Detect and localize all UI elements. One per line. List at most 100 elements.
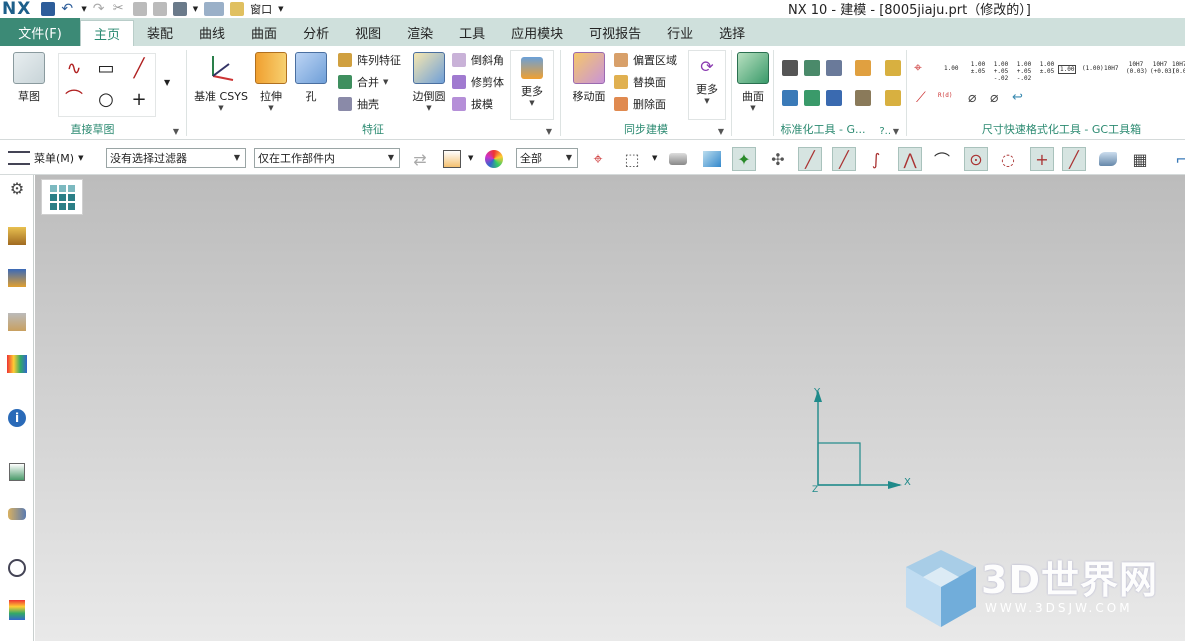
- quick-pick-grid-icon[interactable]: [41, 179, 83, 215]
- file-menu-tab[interactable]: 文件(F): [0, 18, 80, 46]
- select-feature-icon[interactable]: [666, 147, 690, 171]
- snap-grid-icon[interactable]: ▦: [1128, 147, 1152, 171]
- tab-application[interactable]: 应用模块: [498, 18, 576, 46]
- system-materials-icon[interactable]: [6, 599, 28, 621]
- offset-region-button[interactable]: 偏置区域: [614, 50, 677, 70]
- datum-csys-button[interactable]: 基准 CSYS ▼: [192, 50, 250, 112]
- diameter-dim-icon[interactable]: ⌀: [968, 90, 984, 106]
- dim-format-bilateral[interactable]: 1.00 +.05 -.02: [991, 61, 1011, 82]
- snap-control-point-icon[interactable]: ∫: [864, 147, 888, 171]
- general-selection-icon[interactable]: ⇄: [408, 147, 432, 171]
- tab-industry[interactable]: 行业: [654, 18, 706, 46]
- std-tool-icon[interactable]: [782, 90, 798, 106]
- type-filter-select[interactable]: 没有选择过滤器 ▼: [106, 148, 246, 168]
- chamfer-button[interactable]: 倒斜角: [452, 50, 504, 70]
- window-icon[interactable]: [230, 2, 245, 16]
- scope-select[interactable]: 仅在工作部件内 ▼: [254, 148, 400, 168]
- snap-all-icon[interactable]: ✣: [766, 147, 790, 171]
- part-navigator-icon[interactable]: [6, 311, 28, 333]
- pattern-feature-button[interactable]: 阵列特征: [338, 50, 401, 70]
- filter-icon[interactable]: [440, 147, 464, 171]
- draft-button[interactable]: 拔模: [452, 94, 493, 114]
- info-icon[interactable]: i: [6, 407, 28, 429]
- edge-blend-button[interactable]: 边倒圆 ▼: [402, 50, 456, 112]
- snap-enable-icon[interactable]: ✦: [732, 147, 756, 171]
- snap-endpoint-icon[interactable]: ╱: [798, 147, 822, 171]
- history-icon[interactable]: [6, 557, 28, 579]
- dim-format-fit-tol3[interactable]: 10H7 (0.03): [1172, 61, 1185, 75]
- return-icon[interactable]: ↩: [1012, 90, 1028, 106]
- feature-more-button[interactable]: 更多 ▼: [510, 50, 554, 120]
- tab-visual-report[interactable]: 可视报告: [576, 18, 654, 46]
- group-expand-icon[interactable]: ▼: [546, 127, 552, 136]
- shell-button[interactable]: 抽壳: [338, 94, 379, 114]
- move-face-button[interactable]: 移动面: [562, 50, 616, 104]
- snap-midpoint-icon[interactable]: ╱: [832, 147, 856, 171]
- std-tool-icon[interactable]: [782, 60, 798, 76]
- tab-render[interactable]: 渲染: [394, 18, 446, 46]
- web-browser-icon[interactable]: [6, 461, 28, 483]
- save-icon[interactable]: [41, 2, 56, 16]
- circle-icon[interactable]: ○: [94, 88, 118, 112]
- rectangle-select-icon[interactable]: ⬚: [620, 147, 644, 171]
- studio-spline-icon[interactable]: ∿: [62, 57, 86, 81]
- tab-home[interactable]: 主页: [80, 20, 135, 46]
- tab-selection[interactable]: 选择: [706, 18, 758, 46]
- line-icon[interactable]: ╱: [127, 57, 151, 81]
- snap-point-icon[interactable]: ⌖: [586, 147, 610, 171]
- tab-curve[interactable]: 曲线: [186, 18, 238, 46]
- delete-face-button[interactable]: 删除面: [614, 94, 666, 114]
- std-tool-icon[interactable]: [855, 60, 871, 76]
- select-body-icon[interactable]: [700, 147, 724, 171]
- dim-format-sym-tol[interactable]: 1.00 ±.05: [968, 61, 988, 75]
- chevron-down-icon[interactable]: ▼: [468, 154, 473, 162]
- dim-format-fit-tol2[interactable]: 10H7 (+0.03): [1150, 61, 1175, 75]
- touch-mode-icon[interactable]: [204, 2, 225, 16]
- diameter-alt-icon[interactable]: ⌀: [990, 90, 1006, 106]
- repeat-command-icon[interactable]: [172, 2, 187, 16]
- snap-intersection-icon[interactable]: ⋀: [898, 147, 922, 171]
- tab-surface[interactable]: 曲面: [238, 18, 290, 46]
- surface-button[interactable]: 曲面 ▼: [726, 50, 780, 112]
- snap-on-curve-icon[interactable]: ╱: [1062, 147, 1086, 171]
- rectangle-icon[interactable]: ▭: [94, 57, 118, 81]
- arc-icon[interactable]: ⌒: [62, 88, 86, 112]
- snap-center-icon[interactable]: ⊙: [964, 147, 988, 171]
- menu-button[interactable]: 菜单(M) ▼: [8, 146, 83, 170]
- color-filter-icon[interactable]: [482, 147, 506, 171]
- unite-button[interactable]: 合并 ▼: [338, 72, 388, 92]
- sync-more-button[interactable]: ⟳ 更多 ▼: [688, 50, 726, 120]
- window-dropdown-icon[interactable]: ▼: [278, 5, 283, 13]
- snap-existing-point-icon[interactable]: +: [1030, 147, 1054, 171]
- constraint-navigator-icon[interactable]: [6, 267, 28, 289]
- std-tool-icon[interactable]: [885, 60, 901, 76]
- undo-icon[interactable]: ↶: [61, 2, 75, 16]
- dim-format-reference[interactable]: (1.00): [1082, 65, 1104, 72]
- range-select[interactable]: 全部 ▼: [516, 148, 578, 168]
- dim-format-fit-tol[interactable]: 10H7 (0.03): [1126, 61, 1148, 75]
- snap-on-face-icon[interactable]: [1096, 147, 1120, 171]
- std-tool-icon[interactable]: [885, 90, 901, 106]
- point-icon[interactable]: +: [127, 88, 151, 112]
- radius-dim-icon[interactable]: ⟋: [916, 90, 932, 106]
- undo-dropdown-icon[interactable]: ▼: [81, 5, 86, 13]
- paste-icon[interactable]: [152, 2, 167, 16]
- tab-view[interactable]: 视图: [342, 18, 394, 46]
- copy-icon[interactable]: [132, 2, 147, 16]
- tab-tools[interactable]: 工具: [446, 18, 498, 46]
- replace-face-button[interactable]: 替换面: [614, 72, 666, 92]
- sketch-button[interactable]: 草图: [2, 50, 56, 104]
- dimension-tool-icon[interactable]: ⌖: [914, 60, 930, 76]
- snap-arc-center-icon[interactable]: ⌒: [930, 147, 954, 171]
- group-label-collapsed[interactable]: ?..: [879, 126, 891, 137]
- std-tool-icon[interactable]: [855, 90, 871, 106]
- reuse-library-icon[interactable]: [6, 353, 28, 375]
- tab-assembly[interactable]: 装配: [134, 18, 186, 46]
- window-menu[interactable]: 窗口: [250, 1, 272, 17]
- group-expand-icon[interactable]: ▼: [718, 127, 724, 136]
- dim-format-basic[interactable]: 1.00: [1058, 65, 1077, 74]
- cut-icon[interactable]: ✂: [113, 2, 127, 16]
- group-expand-icon[interactable]: ▼: [893, 127, 899, 136]
- process-studio-icon[interactable]: [6, 503, 28, 525]
- trim-body-button[interactable]: 修剪体: [452, 72, 504, 92]
